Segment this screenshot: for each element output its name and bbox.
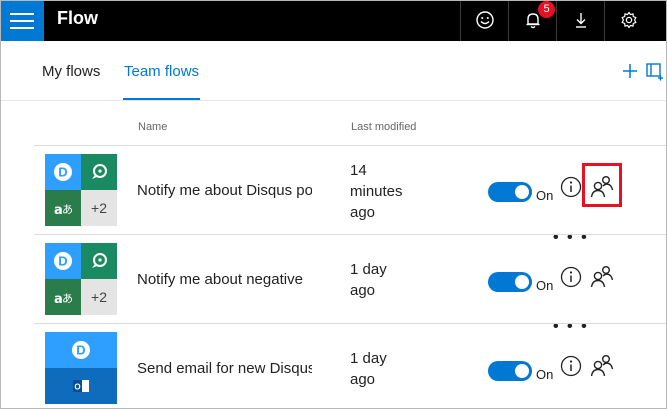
notification-badge: 5 <box>538 1 555 18</box>
tab-my-flows[interactable]: My flows <box>42 63 100 80</box>
connector-icons: D aあ +2 <box>45 154 117 226</box>
flow-enabled-toggle[interactable] <box>488 272 532 292</box>
share-flow-button[interactable] <box>589 353 615 379</box>
svg-text:あ: あ <box>62 292 73 305</box>
flow-enabled-toggle[interactable] <box>488 182 532 202</box>
info-icon <box>560 266 582 288</box>
svg-text:D: D <box>58 254 67 269</box>
more-connectors-count: +2 <box>81 190 117 226</box>
app-window: Flow 5 My flows Team flows Name Last mod… <box>0 0 667 409</box>
flow-last-modified: 1 day ago <box>350 261 387 299</box>
info-icon <box>560 355 582 377</box>
svg-text:O: O <box>74 383 80 392</box>
flow-row[interactable]: D O Send email for new Disqus 1 day ago … <box>34 324 666 408</box>
people-share-icon <box>590 266 614 288</box>
disqus-connector-icon: D <box>45 243 81 279</box>
outlook-connector-icon: O <box>45 368 117 404</box>
connector-icons: D O <box>45 332 117 404</box>
flow-row[interactable]: D aあ +2 Notify me about Disqus po 14 min… <box>34 146 666 234</box>
more-connectors-count: +2 <box>81 279 117 315</box>
flow-last-modified: 14 minutes ago <box>350 162 403 221</box>
translator-connector-icon: aあ <box>45 279 81 315</box>
people-share-icon <box>590 355 614 377</box>
flow-details-button[interactable] <box>560 266 582 288</box>
settings-button[interactable] <box>604 1 652 41</box>
flow-name[interactable]: Notify me about Disqus po <box>137 182 312 199</box>
flow-enabled-toggle[interactable] <box>488 361 532 381</box>
layout-icon <box>646 63 663 81</box>
sentiment-connector-icon <box>81 154 117 190</box>
column-header-last-modified[interactable]: Last modified <box>351 121 416 133</box>
share-highlight-box <box>582 163 622 207</box>
download-button[interactable] <box>556 1 604 41</box>
flow-row[interactable]: D aあ +2 Notify me about negative 1 day a… <box>34 235 666 323</box>
hamburger-menu-icon[interactable] <box>1 1 44 41</box>
toggle-state-label: On <box>536 278 554 293</box>
svg-text:D: D <box>76 343 85 358</box>
toggle-state-label: On <box>536 188 554 203</box>
svg-text:D: D <box>58 165 67 180</box>
top-bar: Flow 5 <box>1 1 666 41</box>
toggle-state-label: On <box>536 367 554 382</box>
svg-text:あ: あ <box>62 203 73 216</box>
flow-details-button[interactable] <box>560 176 582 198</box>
tabs-divider <box>1 100 666 101</box>
layout-button[interactable] <box>646 63 664 86</box>
info-icon <box>560 176 582 198</box>
column-header-name[interactable]: Name <box>138 121 167 133</box>
flow-details-button[interactable] <box>560 355 582 377</box>
gear-icon <box>621 11 637 29</box>
smiley-feedback-icon <box>476 11 494 29</box>
flow-name[interactable]: Send email for new Disqus <box>137 360 312 377</box>
notifications-button[interactable]: 5 <box>508 1 556 41</box>
flow-name[interactable]: Notify me about negative <box>137 271 312 288</box>
share-flow-button[interactable] <box>589 264 615 290</box>
translator-connector-icon: aあ <box>45 190 81 226</box>
disqus-connector-icon: D <box>45 154 81 190</box>
new-flow-button[interactable] <box>622 63 638 84</box>
connector-icons: D aあ +2 <box>45 243 117 315</box>
app-title: Flow <box>57 8 98 28</box>
feedback-button[interactable] <box>460 1 508 41</box>
download-icon <box>576 13 586 28</box>
sentiment-connector-icon <box>81 243 117 279</box>
tab-team-flows[interactable]: Team flows <box>124 63 199 80</box>
plus-icon <box>623 64 637 78</box>
flow-last-modified: 1 day ago <box>350 350 387 388</box>
disqus-connector-icon: D <box>45 332 117 368</box>
